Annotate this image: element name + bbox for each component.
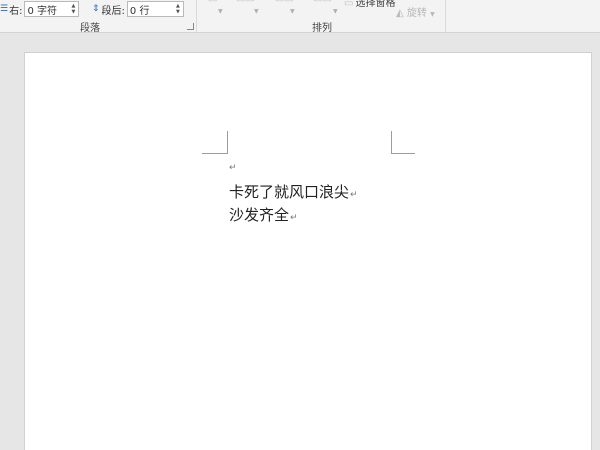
paragraph-mark: ↵ [290, 213, 298, 223]
spin-arrows-icon[interactable]: ▲ ▼ [174, 2, 182, 16]
rotate-label: 旋转 [406, 8, 427, 19]
rotate-icon: ◭ [396, 8, 404, 19]
indent-right-label: 右: [9, 5, 23, 17]
paragraph-group-label: 段落 [80, 23, 100, 34]
send-backward-button[interactable]: ▭▭ [313, 0, 332, 5]
indent-right-icon: ☰ [0, 4, 9, 14]
paragraph-dialog-launcher-icon[interactable] [187, 23, 194, 30]
chevron-down-icon: ▼ [218, 8, 223, 15]
margin-corner-mark [391, 153, 415, 154]
arrange-group-label: 排列 [312, 23, 332, 34]
group-divider [445, 0, 446, 32]
space-after-control: ⇕ 段后: 0 行 ▲ ▼ [92, 0, 184, 18]
indent-right-value: 0 字符 [27, 5, 57, 17]
paragraph-mark: ↵ [350, 190, 358, 200]
selection-pane-label: 选择窗格 [355, 0, 396, 9]
margin-corner-mark [391, 131, 392, 154]
ribbon: ☰ 右: 0 字符 ▲▼ ⇕ 段后: 0 行 ▲▼ 段落 ▭ ▼ ▭▭ ▼ ▭▭… [0, 0, 600, 34]
bring-forward-button[interactable]: ▭▭ [275, 0, 294, 5]
document-line-text: 沙发齐全 [229, 206, 290, 224]
chevron-down-icon: ▼ [254, 8, 259, 15]
selection-pane-button[interactable]: ▭ 选择窗格 [344, 0, 395, 9]
indent-right-control: ☰ 右: 0 字符 ▲ ▼ [0, 0, 80, 18]
space-after-input[interactable]: 0 行 ▲ ▼ [126, 1, 184, 17]
space-after-label: 段后: [101, 5, 125, 17]
selection-pane-icon: ▭ [344, 0, 354, 9]
document-line[interactable]: 沙发齐全↵ [229, 204, 298, 225]
document-page[interactable]: ↵ 卡死了就风口浪尖↵ 沙发齐全↵ [24, 52, 592, 450]
group-divider [196, 0, 197, 32]
document-line-text: 卡死了就风口浪尖 [229, 183, 350, 201]
space-after-icon: ⇕ [92, 4, 100, 14]
rotate-button[interactable]: ◭ 旋转 ▼ [396, 4, 435, 19]
spin-arrows-icon[interactable]: ▲ ▼ [69, 2, 77, 16]
paragraph-mark: ↵ [229, 163, 237, 173]
document-line[interactable]: 卡死了就风口浪尖↵ [229, 181, 358, 202]
position-button[interactable]: ▭ [208, 0, 217, 5]
chevron-down-icon: ▼ [430, 11, 435, 18]
space-after-value: 0 行 [129, 5, 150, 17]
margin-corner-mark [202, 153, 228, 154]
wrap-text-button[interactable]: ▭▭ [236, 0, 255, 5]
indent-right-input[interactable]: 0 字符 ▲ ▼ [24, 1, 80, 17]
chevron-down-icon: ▼ [290, 8, 295, 15]
chevron-down-icon: ▼ [333, 8, 338, 15]
margin-corner-mark [227, 131, 228, 154]
